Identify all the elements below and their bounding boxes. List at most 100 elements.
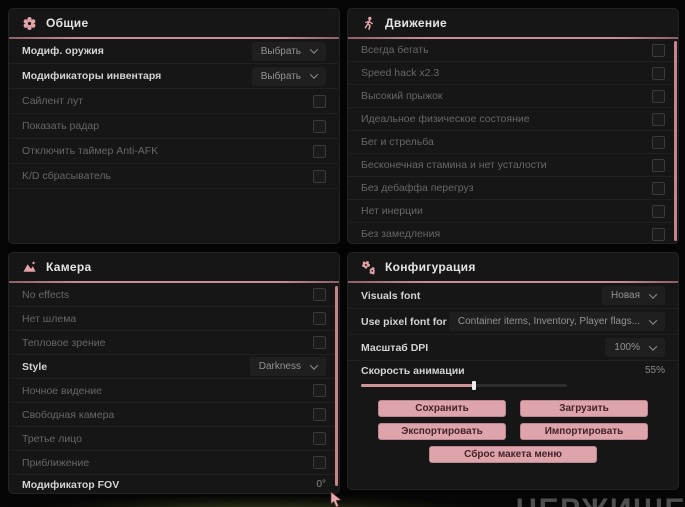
row-no-inertia[interactable]: Нет инерции — [348, 200, 678, 223]
row-always-run[interactable]: Всегда бегать — [348, 39, 678, 62]
row-no-slowdown[interactable]: Без замедления — [348, 223, 678, 243]
animation-speed-slider-track[interactable] — [361, 381, 567, 390]
animation-speed-slider-handle[interactable] — [472, 381, 477, 390]
fov-modifier-value: 0° — [316, 479, 326, 490]
row-label-style: Style — [22, 360, 48, 373]
row-label-speed-hack: Speed hack x2.3 — [361, 67, 440, 79]
row-show-radar[interactable]: Показать радар — [9, 114, 339, 139]
camera-scrollbar[interactable] — [335, 286, 338, 486]
row-high-jump[interactable]: Высокий прыжок — [348, 85, 678, 108]
weapon-mod-dropdown[interactable]: Выбрать — [251, 41, 326, 61]
inventory-mods-value: Выбрать — [260, 70, 301, 82]
style-value: Darkness — [258, 361, 301, 372]
row-thermal-vision[interactable]: Тепловое зрение — [9, 331, 339, 355]
gears-icon — [362, 260, 375, 274]
row-inventory-mods: Модификаторы инвентаря Выбрать — [9, 64, 339, 89]
no-helmet-checkbox[interactable] — [313, 312, 326, 325]
row-no-effects[interactable]: No effects — [9, 283, 339, 307]
panel-camera: Камера No effects Нет шлема Тепловое зрени… — [8, 252, 340, 494]
high-jump-checkbox[interactable] — [652, 89, 665, 103]
chevron-down-icon — [648, 289, 658, 299]
row-label-fov-modifier: Модификатор FOV — [22, 478, 120, 491]
no-slowdown-checkbox[interactable] — [652, 227, 665, 241]
infinite-stamina-checkbox[interactable] — [652, 158, 665, 172]
visuals-font-value: Новая — [611, 290, 640, 301]
mouse-cursor-icon — [330, 492, 342, 507]
import-button[interactable]: Импортировать — [520, 423, 648, 440]
row-weapon-mod: Модиф. оружия Выбрать — [9, 39, 339, 64]
row-label-run-and-shoot: Бег и стрельба — [361, 136, 434, 148]
row-speed-hack[interactable]: Speed hack x2.3 — [348, 62, 678, 85]
panel-movement-header: Движение — [348, 9, 678, 37]
load-button[interactable]: Загрузить — [520, 400, 648, 417]
row-run-and-shoot[interactable]: Бег и стрельба — [348, 131, 678, 154]
visuals-font-dropdown[interactable]: Новая — [602, 286, 665, 305]
row-label-dpi-scale: Масштаб DPI — [361, 341, 429, 354]
row-label-no-inertia: Нет инерции — [361, 205, 423, 217]
panel-movement: Движение Всегда бегать Speed hack x2.3 Выс… — [347, 8, 679, 244]
inventory-mods-dropdown[interactable]: Выбрать — [251, 66, 326, 86]
row-night-vision[interactable]: Ночное видение — [9, 379, 339, 403]
show-radar-checkbox[interactable] — [313, 119, 326, 133]
row-silent-loot[interactable]: Сайлент лут — [9, 89, 339, 114]
row-no-overload-debuff[interactable]: Без дебаффа перегруз — [348, 177, 678, 200]
row-kd-resetter[interactable]: K/D сбрасыватель — [9, 164, 339, 189]
row-zoom[interactable]: Приближение — [9, 451, 339, 475]
row-label-thermal-vision: Тепловое зрение — [22, 336, 106, 349]
thermal-vision-checkbox[interactable] — [313, 336, 326, 349]
night-vision-checkbox[interactable] — [313, 384, 326, 397]
zoom-checkbox[interactable] — [313, 456, 326, 469]
reset-menu-layout-button[interactable]: Сброс макета меню — [429, 446, 597, 463]
third-person-checkbox[interactable] — [313, 432, 326, 445]
row-anti-afk-timer[interactable]: Отключить таймер Anti-AFK — [9, 139, 339, 164]
row-infinite-stamina[interactable]: Бесконечная стамина и нет усталости — [348, 154, 678, 177]
silent-loot-checkbox[interactable] — [313, 94, 326, 108]
save-button[interactable]: Сохранить — [378, 400, 506, 417]
row-label-third-person: Третье лицо — [22, 432, 82, 445]
image-icon — [23, 261, 36, 272]
watermark-text: ЧЕРЖИШЕ — [516, 493, 685, 507]
button-row: Сброс макета меню — [348, 446, 678, 463]
cheat-menu-screen: Общие Модиф. оружия Выбрать Модификаторы и… — [0, 0, 685, 507]
row-no-helmet[interactable]: Нет шлема — [9, 307, 339, 331]
row-label-zoom: Приближение — [22, 456, 90, 469]
free-camera-checkbox[interactable] — [313, 408, 326, 421]
flower-gear-icon — [23, 16, 36, 30]
row-third-person[interactable]: Третье лицо — [9, 427, 339, 451]
game-background-glow — [40, 496, 480, 507]
row-label-perfect-physical-condition: Идеальное физическое состояние — [361, 113, 530, 125]
perfect-physical-condition-checkbox[interactable] — [652, 112, 665, 126]
row-fov-modifier: Модификатор FOV 0° — [9, 475, 339, 493]
row-label-anti-afk-timer: Отключить таймер Anti-AFK — [22, 145, 159, 157]
always-run-checkbox[interactable] — [652, 43, 665, 57]
row-label-infinite-stamina: Бесконечная стамина и нет усталости — [361, 159, 547, 171]
row-label-use-pixel-font-for: Use pixel font for — [361, 315, 447, 328]
no-overload-debuff-checkbox[interactable] — [652, 181, 665, 195]
export-button[interactable]: Экспортировать — [378, 423, 506, 440]
speed-hack-checkbox[interactable] — [652, 66, 665, 80]
anti-afk-timer-checkbox[interactable] — [313, 144, 326, 158]
use-pixel-font-for-value: Container items, Inventory, Player flags… — [457, 316, 640, 327]
row-visuals-font: Visuals font Новая — [348, 283, 678, 309]
no-inertia-checkbox[interactable] — [652, 204, 665, 218]
row-label-no-overload-debuff: Без дебаффа перегруз — [361, 182, 474, 194]
animation-speed-slider-row — [348, 380, 678, 391]
config-buttons: Сохранить Загрузить Экспортировать Импортир… — [348, 400, 678, 463]
panel-camera-header: Камера — [9, 253, 339, 281]
no-effects-checkbox[interactable] — [313, 288, 326, 301]
movement-scrollbar[interactable] — [674, 41, 677, 241]
row-style: Style Darkness — [9, 355, 339, 379]
row-use-pixel-font-for: Use pixel font for Container items, Inven… — [348, 309, 678, 335]
panel-title: Движение — [385, 16, 448, 30]
row-label-visuals-font: Visuals font — [361, 289, 421, 302]
row-label-silent-loot: Сайлент лут — [22, 95, 84, 107]
kd-resetter-checkbox[interactable] — [313, 169, 326, 183]
dpi-scale-dropdown[interactable]: 100% — [605, 338, 665, 357]
row-perfect-physical-condition[interactable]: Идеальное физическое состояние — [348, 108, 678, 131]
run-and-shoot-checkbox[interactable] — [652, 135, 665, 149]
panel-configuration: Конфигурация Visuals font Новая Use pixel … — [347, 252, 679, 490]
style-dropdown[interactable]: Darkness — [249, 357, 326, 376]
row-animation-speed: Скорость анимации 55% — [348, 361, 678, 380]
use-pixel-font-for-dropdown[interactable]: Container items, Inventory, Player flags… — [448, 312, 665, 331]
row-free-camera[interactable]: Свободная камера — [9, 403, 339, 427]
